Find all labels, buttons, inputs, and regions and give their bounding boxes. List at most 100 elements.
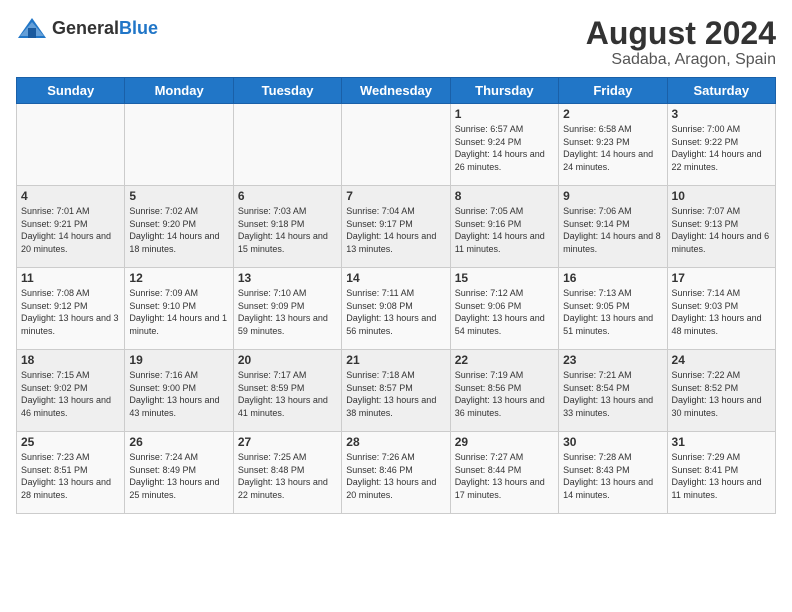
- day-info: Sunrise: 7:06 AMSunset: 9:14 PMDaylight:…: [563, 206, 661, 254]
- day-cell-4-4: 29 Sunrise: 7:27 AMSunset: 8:44 PMDaylig…: [450, 432, 558, 514]
- day-info: Sunrise: 7:09 AMSunset: 9:10 PMDaylight:…: [129, 288, 227, 336]
- day-cell-3-0: 18 Sunrise: 7:15 AMSunset: 9:02 PMDaylig…: [17, 350, 125, 432]
- day-cell-1-3: 7 Sunrise: 7:04 AMSunset: 9:17 PMDayligh…: [342, 186, 450, 268]
- day-info: Sunrise: 7:14 AMSunset: 9:03 PMDaylight:…: [672, 288, 762, 336]
- header: GeneralBlue August 2024 Sadaba, Aragon, …: [16, 16, 776, 69]
- day-number: 23: [563, 353, 662, 367]
- day-number: 26: [129, 435, 228, 449]
- day-cell-1-0: 4 Sunrise: 7:01 AMSunset: 9:21 PMDayligh…: [17, 186, 125, 268]
- day-info: Sunrise: 7:28 AMSunset: 8:43 PMDaylight:…: [563, 452, 653, 500]
- day-info: Sunrise: 7:25 AMSunset: 8:48 PMDaylight:…: [238, 452, 328, 500]
- day-info: Sunrise: 7:29 AMSunset: 8:41 PMDaylight:…: [672, 452, 762, 500]
- day-cell-1-2: 6 Sunrise: 7:03 AMSunset: 9:18 PMDayligh…: [233, 186, 341, 268]
- day-info: Sunrise: 7:24 AMSunset: 8:49 PMDaylight:…: [129, 452, 219, 500]
- day-info: Sunrise: 6:58 AMSunset: 9:23 PMDaylight:…: [563, 124, 653, 172]
- day-cell-1-1: 5 Sunrise: 7:02 AMSunset: 9:20 PMDayligh…: [125, 186, 233, 268]
- day-cell-0-3: [342, 104, 450, 186]
- day-info: Sunrise: 7:07 AMSunset: 9:13 PMDaylight:…: [672, 206, 770, 254]
- day-cell-3-1: 19 Sunrise: 7:16 AMSunset: 9:00 PMDaylig…: [125, 350, 233, 432]
- day-number: 11: [21, 271, 120, 285]
- week-row-3: 11 Sunrise: 7:08 AMSunset: 9:12 PMDaylig…: [17, 268, 776, 350]
- week-row-1: 1 Sunrise: 6:57 AMSunset: 9:24 PMDayligh…: [17, 104, 776, 186]
- day-info: Sunrise: 7:12 AMSunset: 9:06 PMDaylight:…: [455, 288, 545, 336]
- day-info: Sunrise: 7:27 AMSunset: 8:44 PMDaylight:…: [455, 452, 545, 500]
- day-number: 14: [346, 271, 445, 285]
- day-info: Sunrise: 6:57 AMSunset: 9:24 PMDaylight:…: [455, 124, 545, 172]
- day-cell-2-3: 14 Sunrise: 7:11 AMSunset: 9:08 PMDaylig…: [342, 268, 450, 350]
- day-cell-0-2: [233, 104, 341, 186]
- day-cell-3-5: 23 Sunrise: 7:21 AMSunset: 8:54 PMDaylig…: [559, 350, 667, 432]
- day-cell-1-6: 10 Sunrise: 7:07 AMSunset: 9:13 PMDaylig…: [667, 186, 775, 268]
- day-info: Sunrise: 7:21 AMSunset: 8:54 PMDaylight:…: [563, 370, 653, 418]
- day-info: Sunrise: 7:18 AMSunset: 8:57 PMDaylight:…: [346, 370, 436, 418]
- day-number: 8: [455, 189, 554, 203]
- day-number: 1: [455, 107, 554, 121]
- day-number: 12: [129, 271, 228, 285]
- day-cell-2-0: 11 Sunrise: 7:08 AMSunset: 9:12 PMDaylig…: [17, 268, 125, 350]
- weekday-tuesday: Tuesday: [233, 78, 341, 104]
- day-cell-4-0: 25 Sunrise: 7:23 AMSunset: 8:51 PMDaylig…: [17, 432, 125, 514]
- day-cell-1-5: 9 Sunrise: 7:06 AMSunset: 9:14 PMDayligh…: [559, 186, 667, 268]
- day-info: Sunrise: 7:16 AMSunset: 9:00 PMDaylight:…: [129, 370, 219, 418]
- day-info: Sunrise: 7:08 AMSunset: 9:12 PMDaylight:…: [21, 288, 119, 336]
- logo-text: GeneralBlue: [52, 18, 158, 39]
- day-cell-4-3: 28 Sunrise: 7:26 AMSunset: 8:46 PMDaylig…: [342, 432, 450, 514]
- day-number: 9: [563, 189, 662, 203]
- day-info: Sunrise: 7:04 AMSunset: 9:17 PMDaylight:…: [346, 206, 436, 254]
- day-info: Sunrise: 7:22 AMSunset: 8:52 PMDaylight:…: [672, 370, 762, 418]
- day-info: Sunrise: 7:23 AMSunset: 8:51 PMDaylight:…: [21, 452, 111, 500]
- calendar-title: August 2024: [586, 16, 776, 51]
- day-cell-2-1: 12 Sunrise: 7:09 AMSunset: 9:10 PMDaylig…: [125, 268, 233, 350]
- day-number: 7: [346, 189, 445, 203]
- day-number: 31: [672, 435, 771, 449]
- day-cell-3-2: 20 Sunrise: 7:17 AMSunset: 8:59 PMDaylig…: [233, 350, 341, 432]
- week-row-2: 4 Sunrise: 7:01 AMSunset: 9:21 PMDayligh…: [17, 186, 776, 268]
- day-cell-4-1: 26 Sunrise: 7:24 AMSunset: 8:49 PMDaylig…: [125, 432, 233, 514]
- title-block: August 2024 Sadaba, Aragon, Spain: [586, 16, 776, 69]
- day-cell-0-6: 3 Sunrise: 7:00 AMSunset: 9:22 PMDayligh…: [667, 104, 775, 186]
- weekday-monday: Monday: [125, 78, 233, 104]
- logo-general: General: [52, 18, 119, 38]
- day-info: Sunrise: 7:19 AMSunset: 8:56 PMDaylight:…: [455, 370, 545, 418]
- day-cell-4-5: 30 Sunrise: 7:28 AMSunset: 8:43 PMDaylig…: [559, 432, 667, 514]
- day-number: 6: [238, 189, 337, 203]
- day-cell-0-0: [17, 104, 125, 186]
- weekday-wednesday: Wednesday: [342, 78, 450, 104]
- logo: GeneralBlue: [16, 16, 158, 40]
- day-number: 20: [238, 353, 337, 367]
- day-info: Sunrise: 7:15 AMSunset: 9:02 PMDaylight:…: [21, 370, 111, 418]
- day-number: 5: [129, 189, 228, 203]
- day-cell-0-4: 1 Sunrise: 6:57 AMSunset: 9:24 PMDayligh…: [450, 104, 558, 186]
- weekday-thursday: Thursday: [450, 78, 558, 104]
- day-info: Sunrise: 7:10 AMSunset: 9:09 PMDaylight:…: [238, 288, 328, 336]
- day-number: 2: [563, 107, 662, 121]
- weekday-friday: Friday: [559, 78, 667, 104]
- day-cell-0-5: 2 Sunrise: 6:58 AMSunset: 9:23 PMDayligh…: [559, 104, 667, 186]
- day-number: 28: [346, 435, 445, 449]
- day-cell-3-4: 22 Sunrise: 7:19 AMSunset: 8:56 PMDaylig…: [450, 350, 558, 432]
- day-info: Sunrise: 7:26 AMSunset: 8:46 PMDaylight:…: [346, 452, 436, 500]
- day-number: 15: [455, 271, 554, 285]
- logo-icon: [16, 16, 48, 40]
- day-info: Sunrise: 7:03 AMSunset: 9:18 PMDaylight:…: [238, 206, 328, 254]
- day-info: Sunrise: 7:00 AMSunset: 9:22 PMDaylight:…: [672, 124, 762, 172]
- day-cell-4-2: 27 Sunrise: 7:25 AMSunset: 8:48 PMDaylig…: [233, 432, 341, 514]
- page: GeneralBlue August 2024 Sadaba, Aragon, …: [0, 0, 792, 612]
- day-number: 29: [455, 435, 554, 449]
- week-row-5: 25 Sunrise: 7:23 AMSunset: 8:51 PMDaylig…: [17, 432, 776, 514]
- day-number: 13: [238, 271, 337, 285]
- day-cell-1-4: 8 Sunrise: 7:05 AMSunset: 9:16 PMDayligh…: [450, 186, 558, 268]
- day-cell-3-6: 24 Sunrise: 7:22 AMSunset: 8:52 PMDaylig…: [667, 350, 775, 432]
- calendar-table: Sunday Monday Tuesday Wednesday Thursday…: [16, 77, 776, 514]
- logo-blue: Blue: [119, 18, 158, 38]
- day-cell-2-4: 15 Sunrise: 7:12 AMSunset: 9:06 PMDaylig…: [450, 268, 558, 350]
- day-number: 30: [563, 435, 662, 449]
- day-cell-2-5: 16 Sunrise: 7:13 AMSunset: 9:05 PMDaylig…: [559, 268, 667, 350]
- day-cell-2-2: 13 Sunrise: 7:10 AMSunset: 9:09 PMDaylig…: [233, 268, 341, 350]
- day-number: 19: [129, 353, 228, 367]
- day-number: 3: [672, 107, 771, 121]
- weekday-header-row: Sunday Monday Tuesday Wednesday Thursday…: [17, 78, 776, 104]
- day-number: 10: [672, 189, 771, 203]
- day-cell-3-3: 21 Sunrise: 7:18 AMSunset: 8:57 PMDaylig…: [342, 350, 450, 432]
- day-number: 25: [21, 435, 120, 449]
